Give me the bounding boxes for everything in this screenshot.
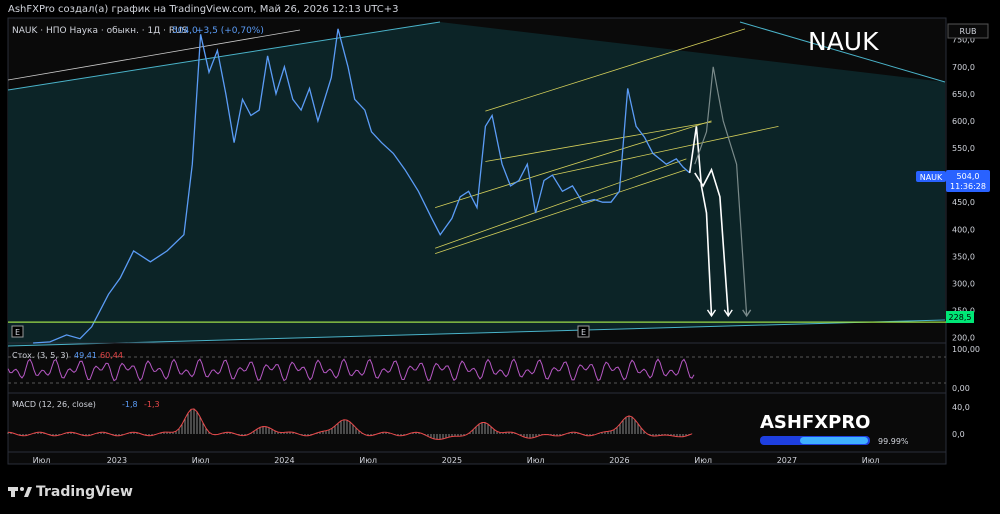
y-tick-label: 200,0 <box>952 334 975 343</box>
watermark-percent: 99.99% <box>878 437 909 446</box>
x-tick-label: Июл <box>192 456 210 465</box>
macd-v2: -1,3 <box>144 400 160 409</box>
tv-logo-icon <box>8 487 32 497</box>
stoch-k: 49,41 <box>74 351 97 360</box>
y-tick-label: 650,0 <box>952 90 975 99</box>
x-tick-label: Июл <box>694 456 712 465</box>
x-tick-label: 2025 <box>442 456 462 465</box>
y-tick-label: 700,0 <box>952 63 975 72</box>
x-tick-label: Июл <box>527 456 545 465</box>
y-tick-label: 600,0 <box>952 117 975 126</box>
y-tick-label: 450,0 <box>952 198 975 207</box>
tradingview-logo[interactable]: TradingView <box>8 484 133 500</box>
y-tick-label: 300,0 <box>952 279 975 288</box>
x-tick-label: Июл <box>862 456 880 465</box>
price-label-countdown: 11:36:28 <box>950 182 986 191</box>
y-tick-label: 550,0 <box>952 144 975 153</box>
x-tick-label: Июл <box>33 456 51 465</box>
macd-tick-0: 0,0 <box>952 430 965 439</box>
x-tick-label: Июл <box>359 456 377 465</box>
tv-logo-text: TradingView <box>36 484 133 500</box>
ticker-tag-text: NAUK <box>920 173 943 182</box>
macd-tick-40: 40,0 <box>952 403 970 412</box>
ticker-title: NAUK <box>808 27 879 56</box>
stoch-d: 60,44 <box>100 351 123 360</box>
y-tick-label: 350,0 <box>952 252 975 261</box>
watermark-bar-fill <box>800 437 868 444</box>
x-tick-label: 2023 <box>107 456 127 465</box>
event-marker-1-text: E <box>15 328 20 337</box>
stoch-label: Стох. (3, 5, 3) <box>12 351 69 360</box>
currency-label: RUB <box>960 27 977 36</box>
channel-fill <box>8 22 945 346</box>
macd-label: MACD (12, 26, close) <box>12 400 96 409</box>
event-marker-2-text: E <box>581 328 586 337</box>
x-tick-label: 2026 <box>609 456 629 465</box>
y-tick-label: 400,0 <box>952 225 975 234</box>
legend-title: NAUK · НПО Наука · обыкн. · 1Д · RUS <box>12 26 188 36</box>
x-tick-label: 2027 <box>777 456 797 465</box>
legend-change: +3,5 (+0,70%) <box>196 26 264 36</box>
chart-frame: AshFXPro создал(а) график на TradingView… <box>0 0 1000 514</box>
chart-canvas[interactable]: 750,0700,0650,0600,0550,0500,0450,0400,0… <box>0 0 1000 514</box>
legend-price: 504,0 <box>172 26 198 36</box>
x-tick-label: 2024 <box>274 456 294 465</box>
support-label: 228,5 <box>949 313 972 322</box>
watermark-brand: ASHFXPRO <box>760 412 871 433</box>
price-label-value: 504,0 <box>957 172 980 181</box>
macd-v1: -1,8 <box>122 400 138 409</box>
stoch-tick-100: 100,00 <box>952 345 980 354</box>
stoch-tick-0: 0,00 <box>952 384 970 393</box>
